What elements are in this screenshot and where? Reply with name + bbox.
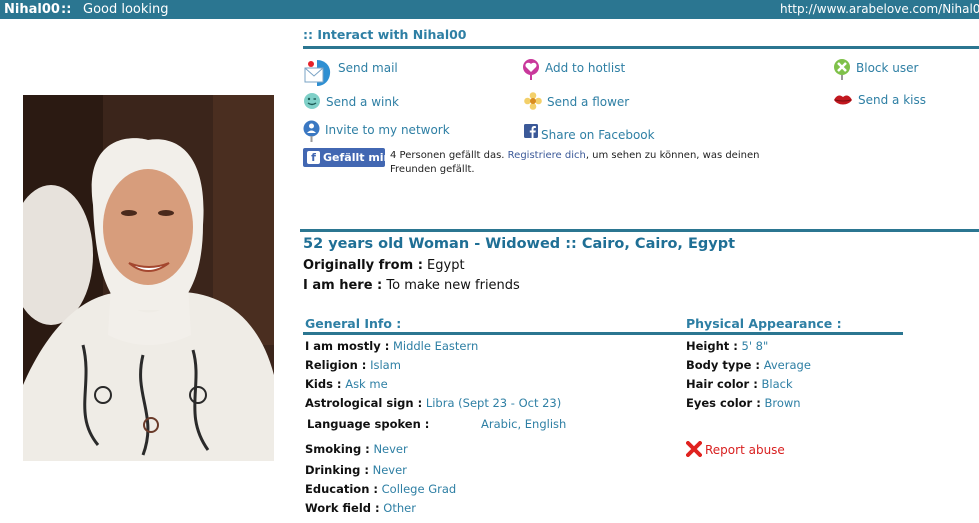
info-row-language: Language spoken : [307,417,429,431]
profile-username: Nihal00 [4,2,60,17]
flower-icon [524,92,542,116]
physical-label: Height : [686,339,738,353]
facebook-like-count: 4 Personen gefällt das. [390,150,505,161]
physical-label: Eyes color : [686,396,761,410]
physical-row-hair-color: Hair color : Black [686,377,793,391]
info-language-value-cell: Arabic, English [481,417,566,431]
profile-photo[interactable] [23,95,274,461]
info-value[interactable]: Islam [370,358,401,372]
general-info-divider [303,332,903,335]
network-icon [303,120,320,148]
info-row-smoking: Smoking : Never [305,442,408,456]
facebook-like-icon: f [307,150,320,164]
add-to-hotlist-link[interactable]: Add to hotlist [522,58,625,86]
profile-url[interactable]: http://www.arabelove.com/Nihal00 [780,0,979,19]
physical-row-eyes-color: Eyes color : Brown [686,396,801,410]
info-value[interactable]: Libra (Sept 23 - Oct 23) [426,396,561,410]
info-row-education: Education : College Grad [305,482,456,496]
invite-network-link[interactable]: Invite to my network [303,120,450,148]
facebook-like-button[interactable]: f Gefällt mir [303,148,389,167]
profile-summary-headline: 52 years old Woman - Widowed :: Cairo, C… [303,236,736,252]
info-label: I am mostly : [305,339,390,353]
info-value[interactable]: Other [383,501,416,515]
info-value[interactable]: Ask me [345,377,387,391]
invite-network-label: Invite to my network [325,122,450,137]
send-wink-label: Send a wink [326,94,399,109]
physical-appearance-title: Physical Appearance : [686,316,842,331]
send-flower-label: Send a flower [547,94,630,109]
send-kiss-link[interactable]: Send a kiss [833,92,926,113]
info-value[interactable]: Arabic, English [481,417,566,431]
info-label: Kids : [305,377,342,391]
heart-icon [522,58,540,86]
info-row-religion: Religion : Islam [305,358,401,372]
here-for-value: To make new friends [386,278,520,293]
profile-photo-image [23,95,274,461]
physical-row-body-type: Body type : Average [686,358,811,372]
facebook-register-link[interactable]: Registriere dich [508,150,586,161]
info-label: Language spoken : [307,417,430,431]
info-value[interactable]: Never [373,442,407,456]
info-label: Work field : [305,501,380,515]
here-for-label: I am here : [303,278,383,293]
physical-value[interactable]: Brown [765,396,801,410]
info-value[interactable]: College Grad [382,482,457,496]
share-facebook-link[interactable]: Share on Facebook [524,123,655,144]
send-kiss-label: Send a kiss [858,93,926,107]
originally-from-label: Originally from : [303,258,423,273]
top-bar: Nihal00 :: Good looking http://www.arabe… [0,0,979,19]
block-user-label: Block user [856,60,919,75]
facebook-like-label: Gefällt mir [323,151,389,164]
facebook-like-text: 4 Personen gefällt das. Registriere dich… [390,149,770,177]
add-to-hotlist-label: Add to hotlist [545,60,626,75]
send-mail-link[interactable]: Send mail [303,58,398,94]
here-for-row: I am here : To make new friends [303,278,520,293]
interact-divider [303,46,979,49]
general-info-title: General Info : [305,316,402,331]
report-abuse-link[interactable]: Report abuse [686,441,785,460]
send-flower-link[interactable]: Send a flower [524,92,629,116]
profile-headline: Good looking [83,2,169,17]
send-wink-link[interactable]: Send a wink [303,92,399,116]
title-separator: :: [61,2,72,17]
facebook-icon [524,123,538,144]
info-row-ethnicity: I am mostly : Middle Eastern [305,339,478,353]
physical-value[interactable]: Black [762,377,793,391]
profile-divider [300,229,979,232]
physical-value[interactable]: Average [764,358,811,372]
send-mail-label: Send mail [338,60,398,75]
info-label: Smoking : [305,442,370,456]
report-abuse-icon [686,441,702,460]
block-user-link[interactable]: Block user [833,58,918,86]
info-row-drinking: Drinking : Never [305,463,407,477]
info-label: Astrological sign : [305,396,423,410]
share-facebook-label: Share on Facebook [541,128,655,142]
info-row-work-field: Work field : Other [305,501,416,515]
block-icon [833,58,851,86]
info-row-astrological-sign: Astrological sign : Libra (Sept 23 - Oct… [305,396,561,410]
physical-row-height: Height : 5' 8" [686,339,768,353]
wink-smiley-icon [303,92,321,116]
info-value[interactable]: Middle Eastern [393,339,478,353]
physical-value[interactable]: 5' 8" [742,339,769,353]
physical-label: Hair color : [686,377,758,391]
report-abuse-label: Report abuse [705,443,785,457]
info-label: Religion : [305,358,367,372]
info-row-kids: Kids : Ask me [305,377,388,391]
info-label: Drinking : [305,463,369,477]
physical-label: Body type : [686,358,761,372]
lips-icon [833,93,853,113]
originally-from-row: Originally from : Egypt [303,258,465,273]
info-label: Education : [305,482,378,496]
originally-from-value: Egypt [427,258,465,273]
info-value[interactable]: Never [373,463,407,477]
mail-icon [303,58,333,94]
interact-title: :: Interact with Nihal00 [303,27,467,42]
